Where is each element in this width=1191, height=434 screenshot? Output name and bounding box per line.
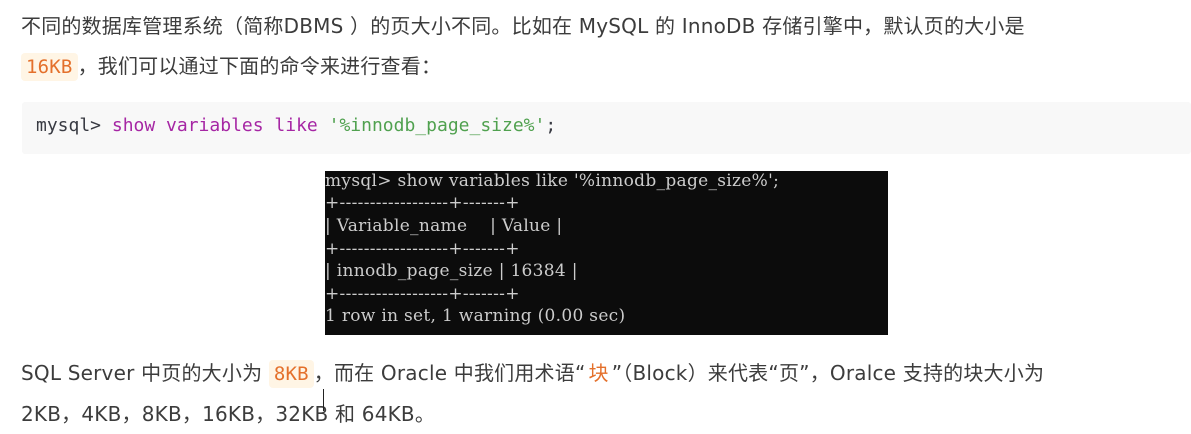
- terminal-line: +------------------+-------+: [325, 239, 520, 259]
- text-cursor-icon: [323, 389, 324, 411]
- intro-line-2: 16KB ，我们可以通过下面的命令来进行查看：: [21, 46, 1181, 87]
- terminal-line: | Variable_name | Value |: [325, 216, 563, 236]
- page-size-paragraph: SQL Server 中页的大小为 8KB ，而在 Oracle 中我们用术语“ 块…: [21, 353, 1181, 434]
- intro-paragraph: 不同的数据库管理系统（简称DBMS ）的页大小不同。比如在 MySQL 的 In…: [21, 6, 1181, 87]
- code-prompt: mysql>: [36, 115, 112, 136]
- intro-line-2-text: ，我们可以通过下面的命令来进行查看：: [77, 54, 442, 78]
- code-line: mysql> show variables like '%innodb_page…: [36, 115, 556, 136]
- code-block: mysql> show variables like '%innodb_page…: [22, 102, 1191, 154]
- code-semicolon: ;: [545, 115, 557, 136]
- inline-code-16kb: 16KB: [21, 53, 78, 81]
- terminal-screenshot: mysql> show variables like '%innodb_page…: [325, 171, 888, 335]
- page-size-text-3: ”（Block）来代表“页”，Oralce 支持的块大小为: [611, 361, 1045, 385]
- code-keyword: show variables like: [111, 115, 318, 136]
- page-size-text-1: SQL Server 中页的大小为: [21, 361, 263, 385]
- page-size-text-2: ，而在 Oracle 中我们用术语“: [313, 361, 586, 385]
- page-size-line-2: 2KB，4KB，8KB，16KB，32KB 和 64KB。: [21, 402, 436, 426]
- terminal-line: +------------------+-------+: [325, 284, 520, 304]
- terminal-line: 1 row in set, 1 warning (0.00 sec): [325, 306, 626, 326]
- page-size-line-1: SQL Server 中页的大小为 8KB ，而在 Oracle 中我们用术语“ 块…: [21, 353, 1181, 394]
- code-string: '%innodb_page_size%': [328, 115, 546, 136]
- terminal-line: | innodb_page_size | 16384 |: [325, 261, 578, 281]
- inline-code-8kb: 8KB: [268, 360, 314, 388]
- terminal-line: +------------------+-------+: [325, 193, 520, 213]
- highlight-block-term: 块: [588, 361, 609, 385]
- intro-line-1: 不同的数据库管理系统（简称DBMS ）的页大小不同。比如在 MySQL 的 In…: [21, 14, 1025, 38]
- terminal-line: mysql> show variables like '%innodb_page…: [325, 171, 780, 191]
